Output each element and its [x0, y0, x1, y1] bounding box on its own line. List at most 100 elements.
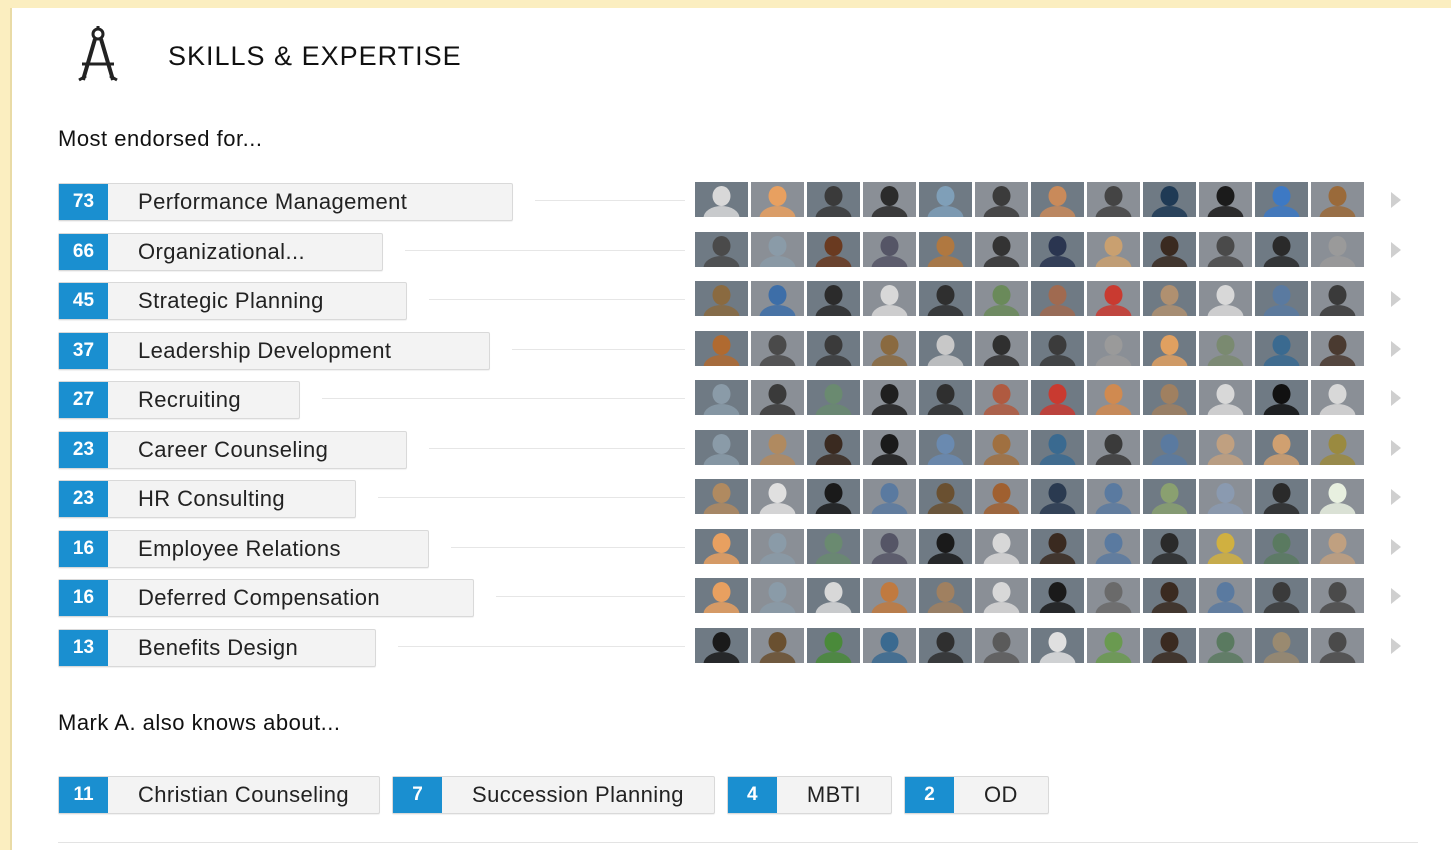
endorsement-count-badge[interactable]: 7	[393, 777, 442, 813]
expand-arrow-icon[interactable]	[1391, 291, 1401, 307]
endorser-avatar[interactable]	[1255, 380, 1308, 415]
endorser-avatar[interactable]	[863, 281, 916, 316]
endorsement-count-badge[interactable]: 13	[59, 629, 108, 666]
endorser-avatar[interactable]	[919, 627, 972, 663]
skill-name[interactable]: Succession Planning	[442, 777, 714, 813]
endorsement-count-badge[interactable]: 23	[59, 431, 108, 468]
endorser-avatar[interactable]	[919, 231, 972, 267]
endorser-avatar[interactable]	[975, 528, 1028, 564]
endorser-avatar[interactable]	[1311, 330, 1364, 366]
also-knows-pill[interactable]: 7 Succession Planning	[392, 776, 715, 814]
endorser-avatar[interactable]	[695, 429, 748, 465]
expand-arrow-icon[interactable]	[1391, 241, 1401, 258]
endorser-avatar[interactable]	[1087, 578, 1140, 613]
endorser-avatar[interactable]	[695, 578, 748, 613]
endorser-avatar[interactable]	[695, 330, 748, 366]
endorser-avatar[interactable]	[975, 380, 1028, 415]
also-knows-pill[interactable]: 11 Christian Counseling	[58, 776, 380, 814]
endorser-avatar[interactable]	[1143, 578, 1196, 613]
endorser-avatar[interactable]	[1199, 528, 1252, 564]
endorser-avatar[interactable]	[1143, 528, 1196, 564]
endorsement-count-badge[interactable]: 45	[59, 283, 108, 319]
endorser-avatar[interactable]	[807, 380, 860, 415]
endorsement-count-badge[interactable]: 4	[727, 777, 777, 813]
endorser-avatar[interactable]	[863, 380, 916, 415]
endorsement-count-badge[interactable]: 66	[59, 233, 108, 270]
endorser-avatar[interactable]	[1087, 182, 1140, 217]
endorsement-count-badge[interactable]: 11	[59, 777, 108, 813]
endorser-avatar[interactable]	[695, 627, 748, 663]
endorsement-count-badge[interactable]: 27	[59, 382, 108, 418]
endorser-avatar[interactable]	[1143, 231, 1196, 267]
endorsement-count-badge[interactable]: 16	[59, 530, 108, 567]
endorser-avatar[interactable]	[1031, 182, 1084, 217]
endorser-avatar[interactable]	[1311, 281, 1364, 316]
endorser-avatar[interactable]	[1199, 330, 1252, 366]
expand-arrow-icon[interactable]	[1391, 390, 1401, 406]
endorser-avatar[interactable]	[919, 330, 972, 366]
endorser-avatar[interactable]	[1087, 429, 1140, 465]
endorser-avatar[interactable]	[1143, 429, 1196, 465]
endorser-avatar[interactable]	[1255, 429, 1308, 465]
skill-pill[interactable]: 23 Career Counseling	[58, 430, 407, 469]
endorser-avatar[interactable]	[1255, 182, 1308, 217]
endorser-avatar[interactable]	[751, 627, 804, 663]
endorser-avatar[interactable]	[975, 231, 1028, 267]
endorsement-count-badge[interactable]: 2	[905, 777, 954, 813]
endorser-avatar[interactable]	[1087, 627, 1140, 663]
endorser-avatar[interactable]	[1031, 380, 1084, 415]
expand-arrow-icon[interactable]	[1391, 489, 1401, 505]
skill-name[interactable]: HR Consulting	[108, 481, 315, 517]
endorsement-count-badge[interactable]: 16	[59, 580, 108, 616]
skill-name[interactable]: Recruiting	[108, 382, 271, 418]
endorser-avatar[interactable]	[975, 182, 1028, 217]
skill-name[interactable]: Christian Counseling	[108, 777, 379, 813]
endorser-avatar[interactable]	[975, 479, 1028, 514]
skill-name[interactable]: Performance Management	[108, 184, 437, 220]
endorser-avatar[interactable]	[863, 231, 916, 267]
endorser-avatar[interactable]	[1143, 479, 1196, 514]
endorser-avatar[interactable]	[751, 182, 804, 217]
endorser-avatar[interactable]	[863, 479, 916, 514]
endorser-avatar[interactable]	[919, 479, 972, 514]
endorser-avatar[interactable]	[1143, 330, 1196, 366]
endorser-avatar[interactable]	[695, 528, 748, 564]
skill-name[interactable]: Strategic Planning	[108, 283, 354, 319]
also-knows-pill[interactable]: 2 OD	[904, 776, 1049, 814]
endorser-avatar[interactable]	[751, 380, 804, 415]
endorser-avatar[interactable]	[1255, 528, 1308, 564]
endorsement-count-badge[interactable]: 37	[59, 332, 108, 369]
endorser-avatar[interactable]	[975, 429, 1028, 465]
endorser-avatar[interactable]	[695, 479, 748, 514]
endorser-avatar[interactable]	[863, 429, 916, 465]
skill-name[interactable]: Benefits Design	[108, 630, 328, 666]
endorser-avatar[interactable]	[1311, 627, 1364, 663]
endorser-avatar[interactable]	[975, 281, 1028, 316]
endorser-avatar[interactable]	[1311, 479, 1364, 514]
skill-name[interactable]: OD	[954, 777, 1048, 813]
endorser-avatar[interactable]	[1199, 627, 1252, 663]
endorser-avatar[interactable]	[1087, 380, 1140, 415]
endorser-avatar[interactable]	[1087, 231, 1140, 267]
endorser-avatar[interactable]	[807, 231, 860, 267]
endorser-avatar[interactable]	[751, 429, 804, 465]
skill-pill[interactable]: 66 Organizational...	[58, 232, 383, 271]
endorser-avatar[interactable]	[1311, 429, 1364, 465]
endorser-avatar[interactable]	[807, 281, 860, 316]
endorser-avatar[interactable]	[1143, 380, 1196, 415]
endorser-avatar[interactable]	[975, 578, 1028, 613]
endorser-avatar[interactable]	[975, 330, 1028, 366]
endorser-avatar[interactable]	[919, 281, 972, 316]
endorser-avatar[interactable]	[1031, 528, 1084, 564]
skill-pill[interactable]: 73 Performance Management	[58, 183, 513, 221]
endorser-avatar[interactable]	[751, 281, 804, 316]
endorser-avatar[interactable]	[1087, 281, 1140, 316]
endorser-avatar[interactable]	[695, 281, 748, 316]
expand-arrow-icon[interactable]	[1391, 340, 1401, 357]
skill-name[interactable]: Deferred Compensation	[108, 580, 410, 616]
endorser-avatar[interactable]	[807, 528, 860, 564]
endorser-avatar[interactable]	[807, 429, 860, 465]
endorser-avatar[interactable]	[1143, 281, 1196, 316]
endorser-avatar[interactable]	[919, 182, 972, 217]
skill-pill[interactable]: 23 HR Consulting	[58, 480, 356, 518]
